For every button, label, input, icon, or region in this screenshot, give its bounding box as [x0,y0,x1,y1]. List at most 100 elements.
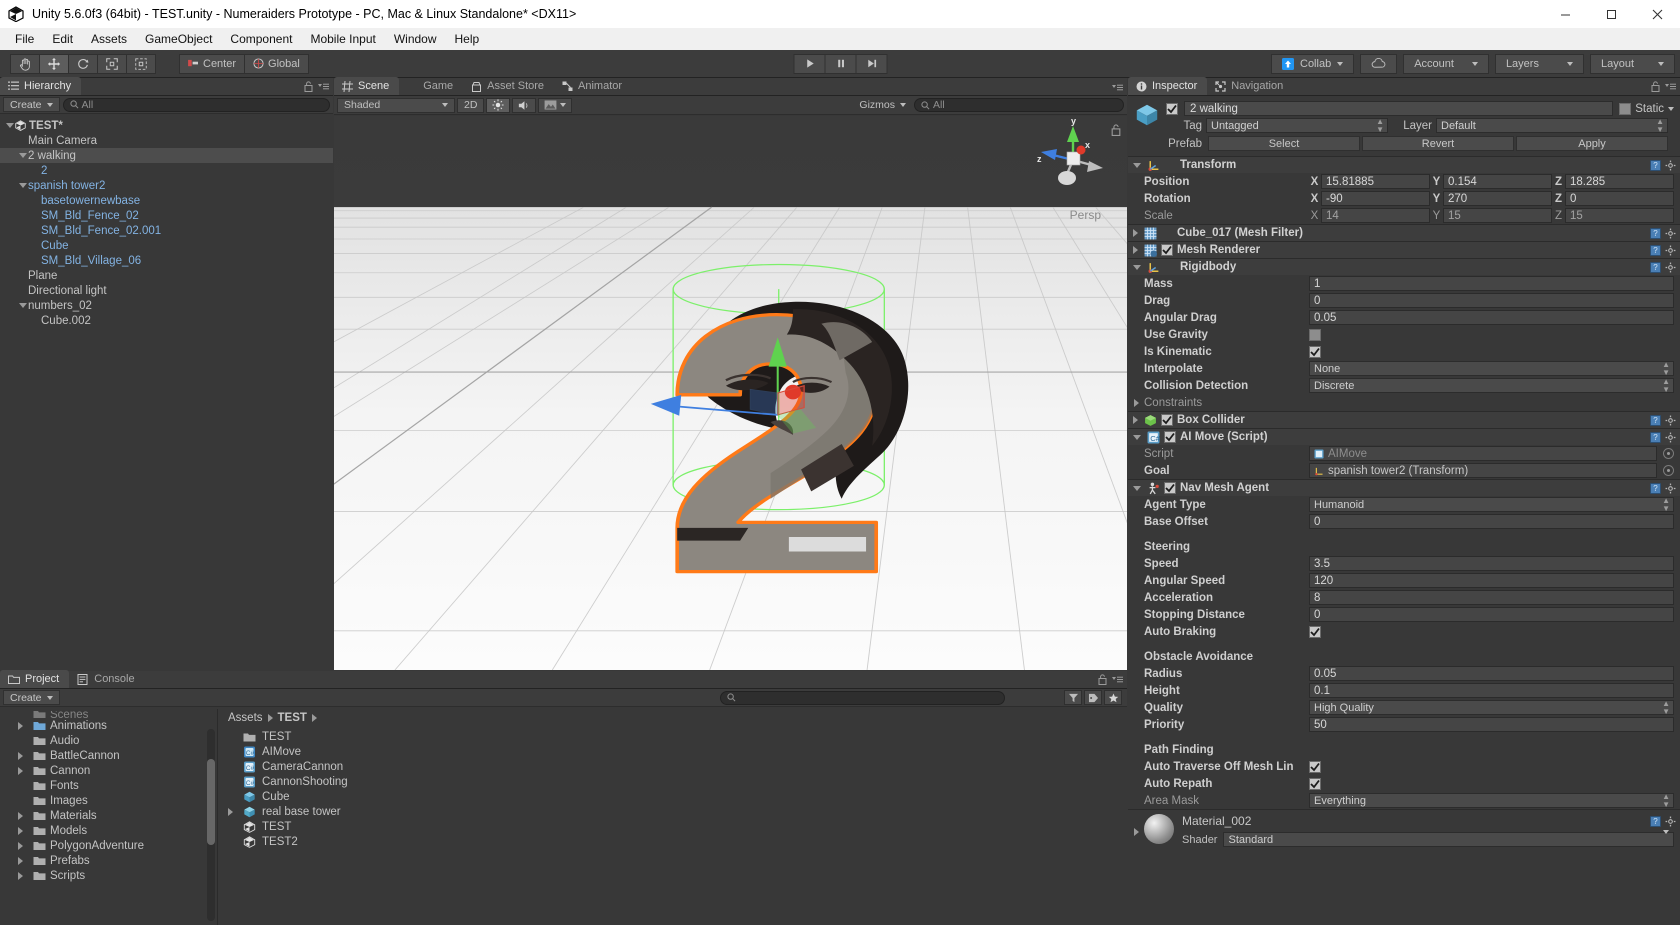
menu-item-help[interactable]: Help [446,29,489,49]
folder-item-scenes[interactable]: Scenes [0,711,217,718]
layer-dropdown[interactable]: Default ▲ ▼ [1436,117,1668,133]
object-name-input[interactable]: 2 walking [1184,101,1614,116]
foldout-arrow[interactable] [18,826,29,835]
tab-inspector[interactable]: Inspector [1128,77,1208,95]
hierarchy-item-sm-bld-village-06[interactable]: SM_Bld_Village_06 [0,253,333,268]
asset-item-test[interactable]: TEST [218,819,1127,834]
asset-item-real-base-tower[interactable]: real base tower [218,804,1127,819]
component-foldout-arrow[interactable] [1133,416,1138,424]
dropdown-area-mask[interactable]: Everything ▲ ▼ [1309,792,1674,808]
foldout-arrow[interactable] [18,751,29,760]
dropdown-quality[interactable]: High Quality ▲ ▼ [1309,699,1674,715]
scale-tool-button[interactable] [97,53,127,74]
hierarchy-create-button[interactable]: Create [3,97,60,112]
object-picker-icon[interactable] [1663,448,1674,459]
layers-button[interactable]: Layers [1494,53,1584,74]
tag-dropdown[interactable]: Untagged ▲ ▼ [1206,117,1388,133]
help-icon[interactable]: ? [1650,482,1661,494]
component-foldout-arrow[interactable] [1133,229,1138,237]
asset-item-cannonshooting[interactable]: C# CannonShooting [218,774,1127,789]
panel-menu-icon[interactable] [1112,675,1123,684]
scene-audio-button[interactable] [512,97,537,113]
hierarchy-search-input[interactable]: All [62,97,330,112]
tab-animator[interactable]: Animator [554,77,632,95]
hierarchy-list[interactable]: TEST* Main Camera 2 walking 2 spanish tower2… [0,118,333,670]
menu-item-edit[interactable]: Edit [43,29,82,49]
input-scale-z[interactable]: 15 [1565,208,1674,223]
tab-scene[interactable]: Scene [334,77,400,95]
static-toggle[interactable]: Static [1619,102,1674,115]
dropdown-interpolate[interactable]: None ▲ ▼ [1309,360,1674,376]
gear-icon[interactable] [1665,160,1676,171]
breadcrumb-item-assets[interactable]: Assets [228,712,263,724]
component-foldout-arrow[interactable] [1133,264,1141,270]
gear-icon[interactable] [1665,228,1676,239]
scene-lock-icon[interactable] [1111,124,1121,136]
folder-item-battlecannon[interactable]: BattleCannon [0,748,217,763]
tab-project[interactable]: Project [0,670,70,688]
help-icon[interactable]: ? [1650,414,1661,426]
checkbox-is-kinematic[interactable] [1309,345,1321,358]
hierarchy-item-cube-002[interactable]: Cube.002 [0,313,333,328]
move-tool-button[interactable] [39,53,69,74]
component-enabled-checkbox[interactable] [1164,431,1176,443]
hierarchy-item-sm-bld-fence-02[interactable]: SM_Bld_Fence_02 [0,208,333,223]
hierarchy-item-main-camera[interactable]: Main Camera [0,133,333,148]
component-header-transform[interactable]: Transform? [1128,156,1680,173]
asset-item-test2[interactable]: TEST2 [218,834,1127,849]
folder-item-scripts[interactable]: Scripts [0,868,217,883]
foldout-arrow[interactable] [228,807,239,816]
scene-search-input[interactable]: All [914,98,1124,112]
foldout-arrow[interactable] [18,871,29,880]
component-foldout-arrow[interactable] [1133,485,1141,491]
input-angular-speed[interactable]: 120 [1309,573,1674,588]
hierarchy-item-basetowernewbase[interactable]: basetowernewbase [0,193,333,208]
folder-item-prefabs[interactable]: Prefabs [0,853,217,868]
checkbox-auto-repath[interactable] [1309,777,1321,790]
help-icon[interactable]: ? [1650,816,1661,827]
tab-console[interactable]: Console [69,670,144,688]
hierarchy-item-sm-bld-fence-02-001[interactable]: SM_Bld_Fence_02.001 [0,223,333,238]
input-rotation-x[interactable]: -90 [1321,191,1430,206]
panel-menu-icon[interactable] [318,82,329,91]
scene-viewport[interactable]: Persp y x z [334,116,1127,670]
gizmos-dropdown[interactable]: Gizmos [853,98,912,113]
tab-hierarchy[interactable]: Hierarchy [0,77,82,95]
object-field-goal[interactable]: spanish tower2 (Transform) [1309,463,1657,478]
hierarchy-item-plane[interactable]: Plane [0,268,333,283]
gear-icon[interactable] [1665,245,1676,256]
asset-item-cube[interactable]: Cube [218,789,1127,804]
component-header-rigidbody[interactable]: Rigidbody? [1128,258,1680,275]
component-header-cube-017-mesh-filter[interactable]: Cube_017 (Mesh Filter)? [1128,224,1680,241]
help-icon[interactable]: ? [1650,159,1661,171]
gear-icon[interactable] [1665,816,1676,827]
minimize-button[interactable] [1542,0,1588,28]
lock-icon[interactable] [304,81,313,92]
hand-tool-button[interactable] [10,53,40,74]
input-height[interactable]: 0.1 [1309,683,1674,698]
foldout-arrow[interactable] [17,303,28,308]
input-position-y[interactable]: 0.154 [1443,174,1552,189]
panel-menu-icon[interactable] [1112,83,1123,92]
input-acceleration[interactable]: 8 [1309,590,1674,605]
input-mass[interactable]: 1 [1309,276,1674,291]
object-picker-icon[interactable] [1663,465,1674,476]
panel-menu-icon[interactable] [1665,82,1676,91]
rect-tool-button[interactable] [126,53,156,74]
input-scale-x[interactable]: 14 [1321,208,1430,223]
menu-item-assets[interactable]: Assets [82,29,136,49]
component-foldout-arrow[interactable] [1133,246,1138,254]
asset-item-aimove[interactable]: C# AIMove [218,744,1127,759]
foldout-arrow[interactable] [17,183,28,188]
project-tree-scrollbar[interactable] [207,729,215,921]
hierarchy-item-cube[interactable]: Cube [0,238,333,253]
foldout-arrow[interactable] [18,811,29,820]
folder-item-images[interactable]: Images [0,793,217,808]
asset-item-cameracannon[interactable]: C# CameraCannon [218,759,1127,774]
help-icon[interactable]: ? [1650,431,1661,443]
component-foldout-arrow[interactable] [1133,162,1141,168]
maximize-button[interactable] [1588,0,1634,28]
input-stopping-distance[interactable]: 0 [1309,607,1674,622]
folder-item-fonts[interactable]: Fonts [0,778,217,793]
shader-dropdown[interactable]: Standard [1223,829,1674,847]
